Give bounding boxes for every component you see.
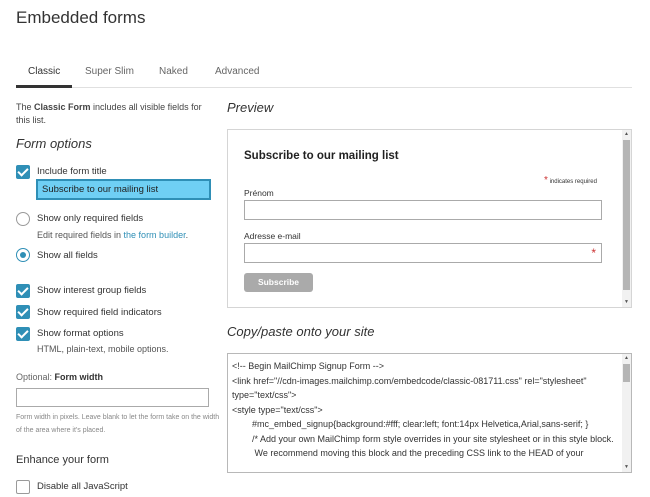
scroll-thumb[interactable] [623,140,630,290]
tab-active-underline [16,85,72,88]
scroll-up-icon[interactable]: ▲ [623,355,630,362]
scroll-thumb[interactable] [623,364,630,382]
code-scrollbar[interactable]: ▲ ▼ [622,354,631,472]
format-options-checkbox[interactable] [16,327,30,341]
tab-naked[interactable]: Naked [159,66,188,77]
page-title: Embedded forms [16,8,146,27]
form-options-heading: Form options [16,136,92,151]
only-required-label: Show only required fields [37,213,144,224]
all-fields-radio[interactable] [16,248,30,262]
format-options-label: Show format options [37,328,124,339]
tab-advanced[interactable]: Advanced [215,66,259,77]
code-line: <style type="text/css"> [232,404,323,415]
include-title-checkbox[interactable] [16,165,30,179]
disable-js-checkbox[interactable] [16,480,30,494]
all-fields-label: Show all fields [37,250,98,261]
required-indicators-label: Show required field indicators [37,307,162,318]
firstname-label: Prénom [244,188,274,198]
copy-heading: Copy/paste onto your site [227,324,375,339]
interest-groups-checkbox[interactable] [16,284,30,298]
required-star-icon: * [591,246,596,260]
code-line: We recommend moving this block and the p… [232,448,584,458]
enhance-heading: Enhance your form [16,454,109,466]
preview-heading: Preview [227,100,274,115]
required-indicators-checkbox[interactable] [16,305,30,319]
form-width-input[interactable] [16,388,209,407]
embed-code-box[interactable]: <!-- Begin MailChimp Signup Form --> <li… [227,353,632,473]
tab-super-slim[interactable]: Super Slim [85,66,134,77]
tab-classic[interactable]: Classic [28,66,60,77]
scroll-down-icon[interactable]: ▼ [623,299,630,306]
form-title-input[interactable]: Subscribe to our mailing list [36,179,211,200]
required-note: * indicates required [544,175,597,186]
preview-scrollbar[interactable]: ▲ ▼ [622,130,631,307]
code-line: <!-- Begin MailChimp Signup Form --> [232,361,385,371]
format-options-sub: HTML, plain-text, mobile options. [37,344,169,354]
interest-groups-label: Show interest group fields [37,285,147,296]
email-input[interactable]: * [244,243,602,263]
intro-text: The Classic Form includes all visible fi… [16,102,202,125]
code-line: <link href="//cdn-images.mailchimp.com/e… [232,375,590,401]
email-label: Adresse e-mail [244,231,301,241]
form-width-help: Form width in pixels. Leave blank to let… [16,414,220,434]
only-required-radio[interactable] [16,212,30,226]
tab-bar: Classic Super Slim Naked Advanced [16,62,632,88]
form-builder-link[interactable]: the form builder [124,230,186,240]
preview-box: Subscribe to our mailing list * indicate… [227,129,632,308]
include-title-label: Include form title [37,166,107,177]
firstname-input[interactable] [244,200,602,220]
code-line: #mc_embed_signup{background:#fff; clear:… [232,419,589,429]
preview-form-title: Subscribe to our mailing list [244,150,399,162]
embed-code-text[interactable]: <!-- Begin MailChimp Signup Form --> <li… [232,359,618,461]
subscribe-button[interactable]: Subscribe [244,273,313,292]
form-width-label: Optional: Form width [16,372,104,382]
scroll-up-icon[interactable]: ▲ [623,131,630,138]
edit-required-text: Edit required fields in the form builder… [37,230,189,240]
scroll-down-icon[interactable]: ▼ [623,464,630,471]
code-line: /* Add your own MailChimp form style ove… [232,433,614,444]
disable-js-label: Disable all JavaScript [37,481,128,492]
